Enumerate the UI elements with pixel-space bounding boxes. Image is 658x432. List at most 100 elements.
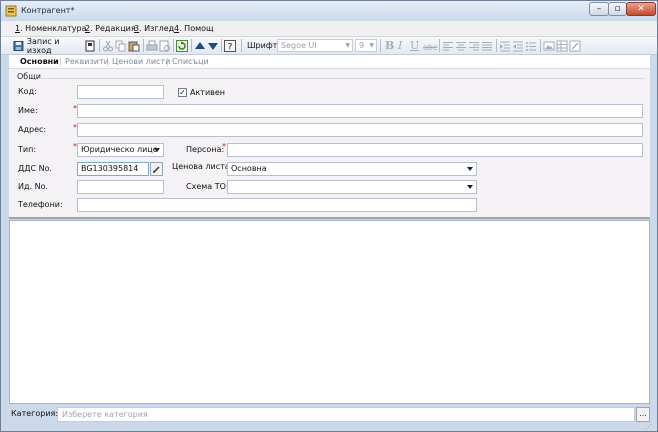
active-label: Активен [190, 88, 226, 97]
chevron-down-icon [467, 167, 473, 171]
toolbar-separator [143, 39, 144, 52]
chevron-down-icon [467, 185, 473, 189]
menu-help[interactable]: 4. Помощ [174, 24, 214, 33]
bullet-list-icon [526, 41, 536, 51]
tab-main[interactable]: Основни [20, 57, 59, 66]
code-label: Код: [18, 87, 37, 96]
move-up-button[interactable] [194, 38, 206, 53]
print-preview-button[interactable] [83, 38, 97, 53]
preview-button[interactable] [159, 38, 171, 53]
outdent-button[interactable] [512, 38, 524, 53]
price-list-label: Ценова листа: [172, 162, 233, 171]
table-icon [556, 40, 568, 51]
scheme-label: Схема ТО: [186, 182, 229, 191]
move-down-button[interactable] [207, 38, 219, 53]
chevron-down-icon: ▼ [369, 42, 374, 49]
scheme-select[interactable] [227, 180, 477, 194]
price-list-select[interactable]: Основна [227, 162, 477, 176]
price-list-value: Основна [231, 164, 267, 173]
resize-grip-icon[interactable]: ⋰ [645, 423, 652, 431]
refresh-icon [176, 39, 188, 52]
address-input[interactable] [77, 123, 643, 137]
window-title: Контрагент* [21, 6, 75, 15]
copy-button[interactable] [115, 38, 127, 53]
pencil-icon [152, 165, 160, 173]
font-label: Шрифт: [247, 41, 281, 50]
type-label: Тип: [18, 145, 37, 154]
toolbar-separator [191, 39, 192, 52]
code-input[interactable] [77, 85, 164, 99]
close-icon: ✕ [637, 4, 645, 14]
print-button[interactable] [146, 38, 158, 53]
align-center-button[interactable] [455, 38, 467, 53]
insert-table-button[interactable] [556, 38, 568, 53]
paste-button[interactable] [128, 38, 140, 53]
align-left-button[interactable] [442, 38, 454, 53]
font-family-select[interactable]: Segoe UI ▼ [277, 39, 353, 52]
group-title: Общи [17, 72, 41, 81]
type-value: Юридическо лице [81, 145, 158, 154]
underline-button[interactable]: U [410, 39, 419, 52]
align-right-button[interactable] [468, 38, 480, 53]
required-mark: * [222, 142, 226, 151]
type-select[interactable]: Юридическо лице [77, 143, 164, 157]
insert-link-button[interactable] [569, 38, 581, 53]
outdent-icon [513, 41, 523, 51]
link-icon [569, 40, 581, 51]
name-label: Име: [18, 106, 38, 115]
id-label: Ид. No. [18, 182, 48, 191]
edit-vat-button[interactable] [150, 162, 163, 176]
italic-button[interactable]: I [398, 39, 402, 52]
toolbar-separator [221, 39, 222, 52]
copy-icon [115, 40, 126, 51]
help-button[interactable]: ? [224, 38, 236, 53]
menu-view[interactable]: 3. Изглед [134, 24, 174, 33]
name-input[interactable] [77, 104, 643, 118]
document-save-icon [85, 40, 95, 51]
phones-input[interactable] [77, 198, 477, 212]
tab-strip: Основни | Реквизити | Ценови листи | Спи… [9, 55, 650, 69]
category-label: Категория: [11, 409, 59, 418]
save-and-exit-button[interactable]: Запис и изход [13, 37, 81, 55]
strikethrough-button[interactable]: abc [423, 41, 437, 54]
vat-label: ДДС No. [18, 164, 52, 173]
align-justify-icon [482, 41, 492, 50]
save-icon [13, 40, 24, 51]
align-left-icon [443, 41, 453, 50]
vat-input[interactable]: BG130395814 [77, 162, 149, 176]
refresh-button[interactable] [176, 38, 188, 53]
tab-requisites[interactable]: Реквизити [65, 57, 109, 66]
menu-nomenclature[interactable]: 1. Номенклатура [15, 24, 87, 33]
bullet-list-button[interactable] [525, 38, 537, 53]
menu-bar: 1. Номенклатура 2. Редакция 3. Изглед 4.… [1, 21, 657, 37]
font-size-value: 9 [359, 41, 365, 50]
bold-button[interactable]: B [385, 39, 394, 52]
cut-button[interactable] [102, 38, 114, 53]
notes-editor[interactable] [9, 220, 650, 404]
tab-separator: | [166, 57, 169, 66]
active-checkbox[interactable]: ✓ [178, 88, 187, 97]
toolbar: Запис и изход ? Шрифт: Segoe UI ▼ 9 ▼ B … [1, 37, 657, 55]
contractor-window: Контрагент* – ▫ ✕ 1. Номенклатура 2. Ред… [0, 0, 658, 432]
align-center-icon [456, 41, 466, 50]
maximize-button[interactable]: ▫ [608, 2, 627, 16]
category-browse-button[interactable]: ... [636, 407, 650, 422]
indent-button[interactable] [499, 38, 511, 53]
close-button[interactable]: ✕ [626, 2, 656, 16]
id-input[interactable] [77, 180, 164, 194]
tab-lists[interactable]: Списъци [172, 57, 209, 66]
cut-icon [103, 40, 113, 51]
tab-price-lists[interactable]: Ценови листи [112, 57, 170, 66]
group-divider [39, 78, 645, 79]
font-family-value: Segoe UI [281, 41, 317, 50]
address-label: Адрес: [18, 125, 47, 134]
minimize-button[interactable]: – [589, 2, 609, 16]
title-bar: Контрагент* – ▫ ✕ [1, 1, 657, 21]
tab-separator: | [59, 57, 62, 66]
menu-edit[interactable]: 2. Редакция [85, 24, 136, 33]
font-size-select[interactable]: 9 ▼ [355, 39, 377, 52]
insert-image-button[interactable] [543, 38, 555, 53]
category-input[interactable]: Изберете категория [57, 407, 635, 422]
persona-input[interactable] [227, 143, 643, 157]
justify-button[interactable] [481, 38, 493, 53]
